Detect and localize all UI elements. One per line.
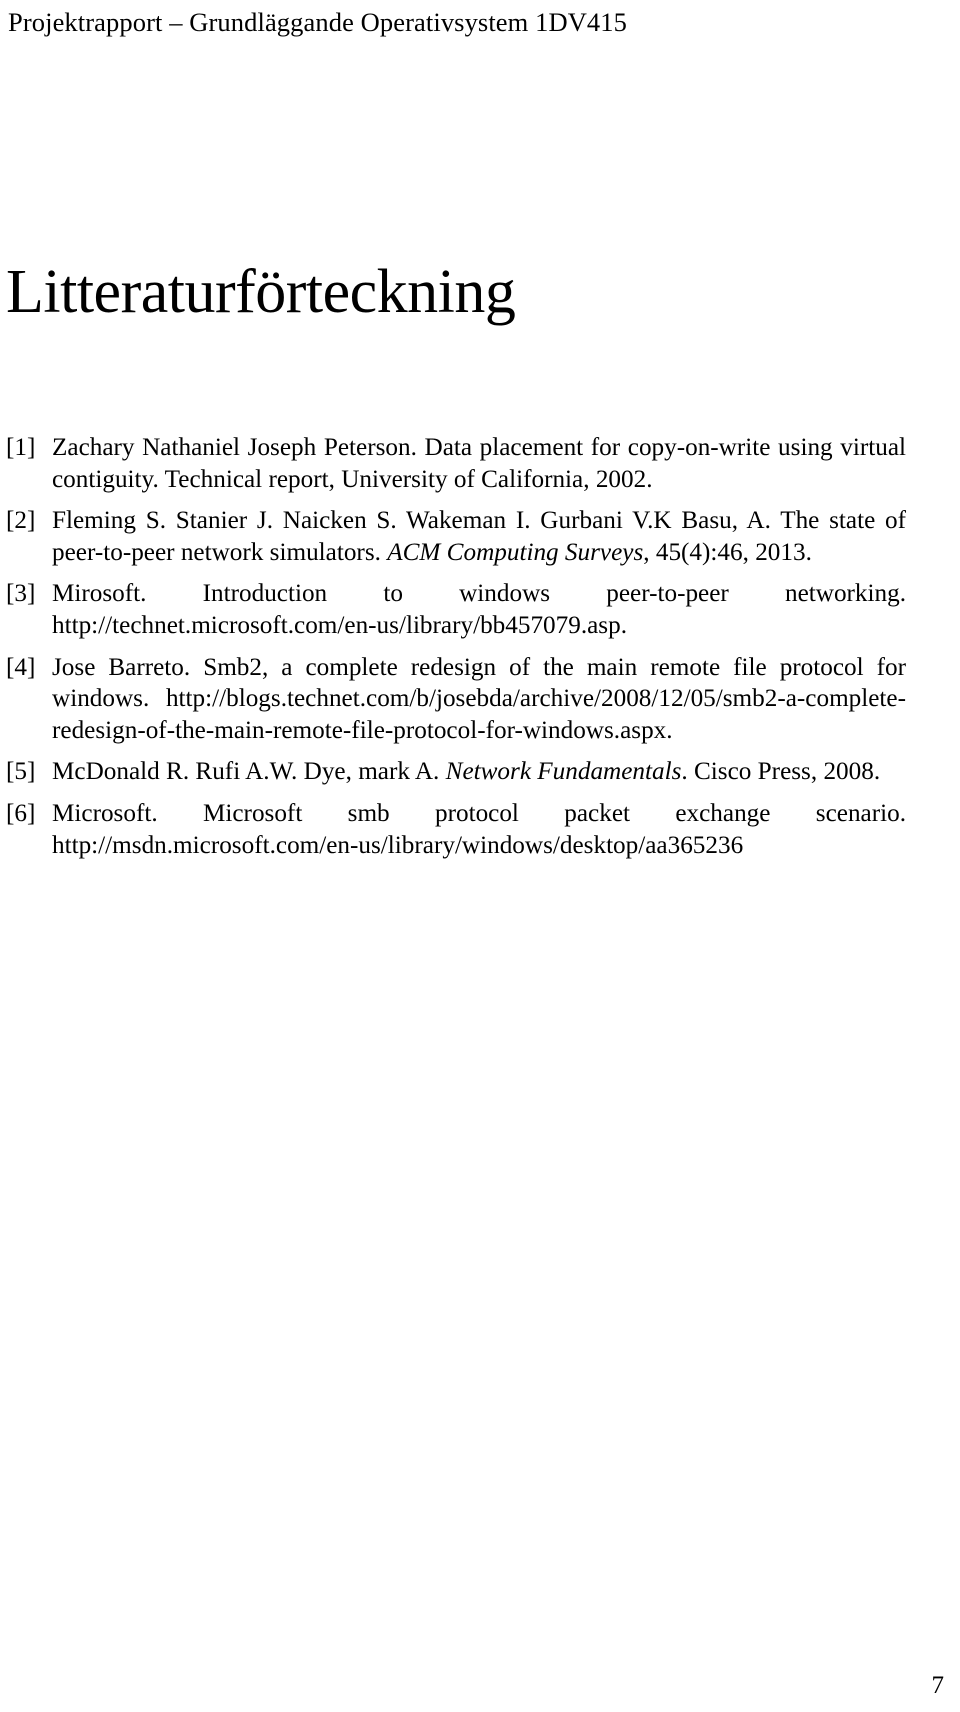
bibliography-entry: [4] Jose Barreto. Smb2, a complete redes… (6, 652, 906, 747)
bibliography-entry-text: Fleming S. Stanier J. Naicken S. Wakeman… (52, 505, 906, 568)
page-number: 7 (931, 1672, 945, 1699)
entry-authors: Microsoft. (52, 799, 158, 827)
bibliography-entry: [2] Fleming S. Stanier J. Naicken S. Wak… (6, 505, 906, 568)
entry-authors: Zachary Nathaniel Joseph Peterson. (52, 434, 417, 461)
bibliography-entry-label: [2] (6, 507, 36, 535)
bibliography-entry: [3] Mirosoft. Introduction to windows pe… (6, 578, 906, 641)
entry-title: Microsoft smb protocol packet exchange s… (202, 799, 906, 827)
bibliography-entry-label: [4] (6, 653, 36, 681)
bibliography-entry-text: Microsoft. Microsoft smb protocol packet… (52, 798, 906, 861)
entry-url: http://msdn.microsoft.com/en-us/library/… (52, 831, 744, 859)
entry-authors: McDonald R. Rufi A.W. Dye, mark A. (52, 758, 440, 786)
entry-url: http://technet.microsoft.com/en-us/libra… (52, 611, 627, 639)
entry-rest: , 45(4):46, 2013. (643, 538, 812, 566)
entry-rest: Technical report, University of Californ… (164, 465, 653, 493)
document-page: Projektrapport – Grundläggande Operativs… (0, 0, 960, 1712)
bibliography-list: [1] Zachary Nathaniel Joseph Peterson. D… (6, 432, 906, 861)
entry-publication: ACM Computing Surveys (387, 538, 644, 566)
entry-url: http://blogs.technet.com/b/josebda/archi… (52, 685, 906, 744)
bibliography-entry-label: [3] (6, 580, 36, 608)
entry-authors: Mirosoft. (52, 580, 147, 608)
bibliography-entry-text: Zachary Nathaniel Joseph Peterson. Data … (52, 432, 906, 495)
entry-authors: Jose Barreto. (52, 653, 191, 681)
bibliography-entry: [6] Microsoft. Microsoft smb protocol pa… (6, 798, 906, 861)
bibliography-entry-label: [5] (6, 758, 36, 786)
entry-authors: Fleming S. Stanier J. Naicken S. Wakeman… (52, 507, 771, 535)
bibliography-entry-text: McDonald R. Rufi A.W. Dye, mark A. Netwo… (52, 756, 906, 788)
bibliography-entry: [5] McDonald R. Rufi A.W. Dye, mark A. N… (6, 756, 906, 788)
bibliography-entry-label: [6] (6, 799, 36, 827)
page-title: Litteraturförteckning (6, 258, 516, 326)
entry-rest: . Cisco Press, 2008. (681, 758, 881, 786)
bibliography-entry: [1] Zachary Nathaniel Joseph Peterson. D… (6, 432, 906, 495)
bibliography-entry-label: [1] (6, 434, 36, 461)
bibliography-entry-text: Mirosoft. Introduction to windows peer-t… (52, 578, 906, 641)
entry-title: Introduction to windows peer-to-peer net… (202, 580, 907, 608)
entry-publication: Network Fundamentals (445, 758, 682, 786)
running-header: Projektrapport – Grundläggande Operativs… (8, 7, 627, 37)
bibliography-entry-text: Jose Barreto. Smb2, a complete redesign … (52, 652, 906, 747)
